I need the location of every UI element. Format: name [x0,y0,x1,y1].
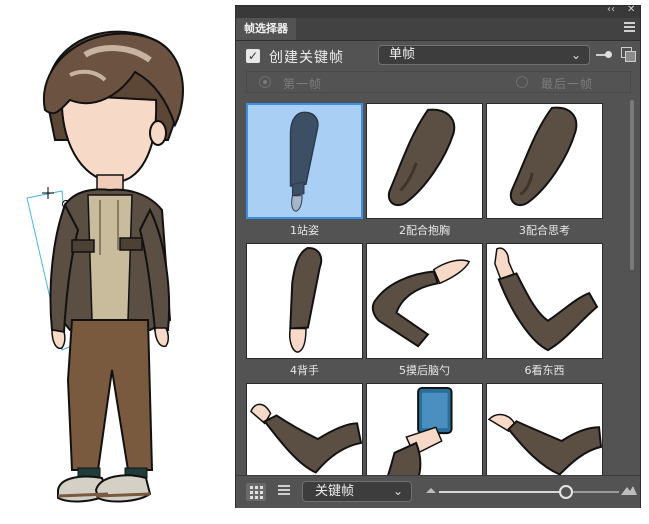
frame-thumbnail-7[interactable] [246,383,364,475]
hamburger-menu-icon[interactable] [624,22,635,34]
frame-thumbnail-4[interactable]: 4背手 [246,243,364,379]
frame-caption: 3配合思考 [519,224,570,237]
frame-caption: 5摸后脑勺 [399,364,450,377]
chevron-down-icon: ⌄ [392,484,403,498]
mode-select[interactable]: 单帧 ⌄ [378,45,590,65]
grid-view-icon[interactable] [246,483,266,501]
frame-thumbnail-8[interactable] [366,383,484,475]
frame-thumbnail-3[interactable]: 3配合思考 [486,103,604,239]
frame-range-row: 第一帧 最后一帧 [246,71,631,93]
keyframe-options-row: ✓ 创建关键帧 单帧 ⌄ [236,42,640,70]
frame-grid-scrollbar[interactable] [629,100,635,475]
first-frame-label: 第一帧 [283,77,323,91]
create-keyframe-checkbox[interactable]: ✓ [246,49,260,63]
stage-canvas[interactable] [0,0,235,520]
panel-tab-row: 帧选择器 [236,18,640,41]
frame-thumbnail-5[interactable]: 5摸后脑勺 [366,243,484,379]
frame-caption: 4背手 [290,364,319,377]
panel-topbar: ‹‹ ✕ [236,4,640,18]
frame-filter-select[interactable]: 关键帧 ⌄ [302,481,412,502]
frame-caption: 2配合抱胸 [399,224,450,237]
frame-thumbnail-1[interactable]: 1站姿 [246,103,364,239]
mode-select-value: 单帧 [389,47,416,62]
double-chevron-left-icon[interactable]: ‹‹ [607,4,615,15]
small-thumbnail-icon [426,488,436,493]
copy-icon[interactable] [621,47,636,62]
frame-thumbnail-2[interactable]: 2配合抱胸 [366,103,484,239]
panel-title-tab[interactable]: 帧选择器 [236,18,296,40]
frame-caption: 1站姿 [290,224,319,237]
character-illustration [26,30,184,503]
chevron-down-icon: ⌄ [570,48,581,62]
list-view-icon[interactable] [278,485,290,497]
frame-caption: 6看东西 [524,364,565,377]
large-thumbnail-icon [621,486,637,495]
close-icon[interactable]: ✕ [627,4,635,15]
frame-thumbnail-6[interactable]: 6看东西 [486,243,604,379]
thumbnail-size-fill [439,491,565,493]
last-frame-label: 最后一帧 [541,77,594,91]
frame-thumbnail-9[interactable] [486,383,604,475]
frame-filter-value: 关键帧 [315,484,355,499]
slider-link-icon[interactable] [596,51,612,58]
first-frame-radio[interactable] [259,76,271,88]
create-keyframe-label: 创建关键帧 [269,50,344,66]
last-frame-radio[interactable] [516,76,528,88]
panel-bottom-bar: 关键帧 ⌄ [236,475,640,508]
thumbnail-size-knob[interactable] [559,485,573,499]
frame-grid: 1站姿 2配合抱胸 3配合思考 4背手 5摸后脑勺 6看东西 [236,100,628,475]
frame-picker-panel: ‹‹ ✕ 帧选择器 ✓ 创建关键帧 单帧 ⌄ 第一帧 最后一帧 1站姿 2配合抱… [235,4,641,508]
